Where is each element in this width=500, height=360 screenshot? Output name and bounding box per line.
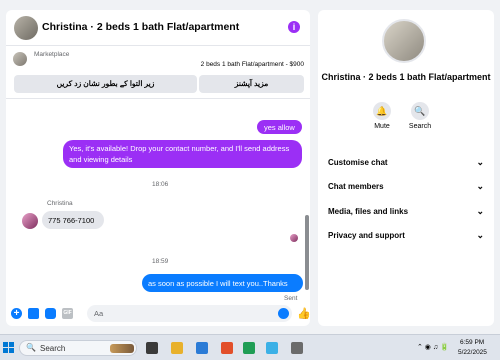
more-options-button[interactable]: مزید آپشنز xyxy=(199,75,304,93)
menu-customise-chat[interactable]: Customise chat ⌄ xyxy=(328,156,484,170)
clock-date[interactable]: 5/22/2025 xyxy=(458,349,487,356)
taskbar-app[interactable] xyxy=(171,342,183,354)
taskbar-app[interactable] xyxy=(243,342,255,354)
emoji-icon[interactable] xyxy=(278,308,289,319)
avatar[interactable] xyxy=(382,19,426,63)
chat-panel: Christina · 2 beds 1 bath Flat/apartment… xyxy=(6,10,311,326)
system-tray[interactable]: ⌃ ◉ ♫ 🔋 xyxy=(417,343,449,351)
mute-button[interactable]: 🔔 Mute xyxy=(362,102,402,130)
info-icon[interactable]: i xyxy=(288,21,300,33)
windows-icon[interactable] xyxy=(3,342,14,353)
info-panel: Christina · 2 beds 1 bath Flat/apartment… xyxy=(318,10,494,326)
outgoing-message[interactable]: as soon as possible I will text you..Tha… xyxy=(142,274,303,292)
menu-media-files-links[interactable]: Media, files and links ⌄ xyxy=(328,205,484,219)
composer: + GIF Aa 👍 xyxy=(6,302,311,326)
menu-label: Media, files and links xyxy=(328,207,409,216)
search-button[interactable]: 🔍 Search xyxy=(400,102,440,130)
mark-pending-button[interactable]: زیر التوا کے بطور نشان زد کریں xyxy=(14,75,197,93)
menu-label: Chat members xyxy=(328,182,384,191)
like-icon[interactable]: 👍 xyxy=(297,307,311,320)
message-input[interactable]: Aa xyxy=(87,305,292,322)
message-placeholder: Aa xyxy=(94,309,104,318)
taskbar-app[interactable] xyxy=(146,342,158,354)
divider xyxy=(6,98,310,99)
menu-label: Customise chat xyxy=(328,158,388,167)
taskbar-search[interactable]: 🔍 Search xyxy=(19,340,137,356)
sender-name: Christina xyxy=(47,200,73,207)
search-highlight-image xyxy=(110,344,134,353)
plus-icon[interactable]: + xyxy=(11,308,22,319)
listing-detail[interactable]: 2 beds 1 bath Flat/apartment - $900 xyxy=(201,61,304,68)
taskbar-app[interactable] xyxy=(196,342,208,354)
chat-header: Christina · 2 beds 1 bath Flat/apartment… xyxy=(6,10,310,46)
menu-privacy-support[interactable]: Privacy and support ⌄ xyxy=(328,229,484,243)
taskbar-app[interactable] xyxy=(221,342,233,354)
incoming-message[interactable]: 775 766-7100 xyxy=(42,211,104,229)
avatar[interactable] xyxy=(14,16,38,40)
chat-title[interactable]: Christina · 2 beds 1 bath Flat/apartment xyxy=(42,21,239,33)
clock-time[interactable]: 6:59 PM xyxy=(460,339,484,346)
taskbar-app[interactable] xyxy=(291,342,303,354)
timestamp: 18:06 xyxy=(152,181,169,188)
menu-label: Privacy and support xyxy=(328,231,405,240)
mute-label: Mute xyxy=(374,123,390,130)
bell-icon: 🔔 xyxy=(373,102,391,120)
chevron-down-icon: ⌄ xyxy=(476,230,484,240)
menu-chat-members[interactable]: Chat members ⌄ xyxy=(328,180,484,194)
chevron-down-icon: ⌄ xyxy=(476,206,484,216)
chevron-down-icon: ⌄ xyxy=(476,157,484,167)
scrollbar[interactable] xyxy=(305,105,310,295)
timestamp: 18:59 xyxy=(152,258,169,265)
taskbar-search-label: Search xyxy=(40,344,66,353)
gif-icon[interactable]: GIF xyxy=(62,308,73,319)
taskbar-app[interactable] xyxy=(266,342,278,354)
outgoing-message[interactable]: Yes, it's available! Drop your contact n… xyxy=(63,140,302,168)
search-label: Search xyxy=(408,123,432,130)
sticker-icon[interactable] xyxy=(45,308,56,319)
taskbar: 🔍 Search ⌃ ◉ ♫ 🔋 6:59 PM 5/22/2025 xyxy=(0,334,500,360)
sent-status: Sent xyxy=(284,295,298,302)
marketplace-label: Marketplace xyxy=(34,51,70,58)
info-title: Christina · 2 beds 1 bath Flat/apartment xyxy=(321,72,491,82)
scrollbar-thumb[interactable] xyxy=(305,215,309,290)
search-icon: 🔍 xyxy=(26,343,36,352)
seen-indicator xyxy=(290,234,298,242)
search-icon: 🔍 xyxy=(411,102,429,120)
listing-thumbnail[interactable] xyxy=(13,52,27,66)
sender-avatar[interactable] xyxy=(22,213,38,229)
chevron-down-icon: ⌄ xyxy=(476,181,484,191)
image-icon[interactable] xyxy=(28,308,39,319)
outgoing-message[interactable]: yes allow xyxy=(257,120,302,134)
